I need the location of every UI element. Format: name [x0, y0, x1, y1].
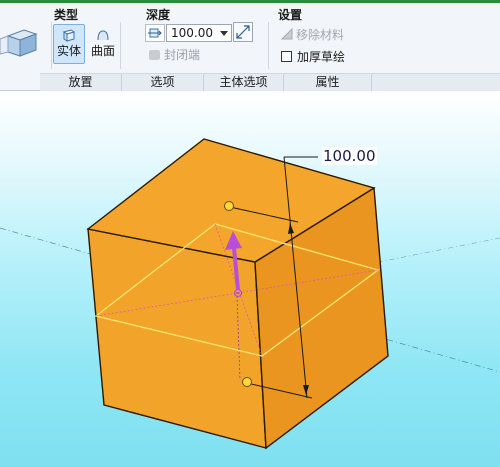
cube-front-face[interactable]: [87, 228, 267, 449]
model-scene: [0, 138, 500, 450]
depth-drag-handle[interactable]: [242, 377, 252, 387]
depth-dimension-label[interactable]: 100.00: [322, 147, 377, 165]
direction-origin-dot: [236, 291, 240, 295]
depth-drag-handle[interactable]: [224, 201, 234, 211]
